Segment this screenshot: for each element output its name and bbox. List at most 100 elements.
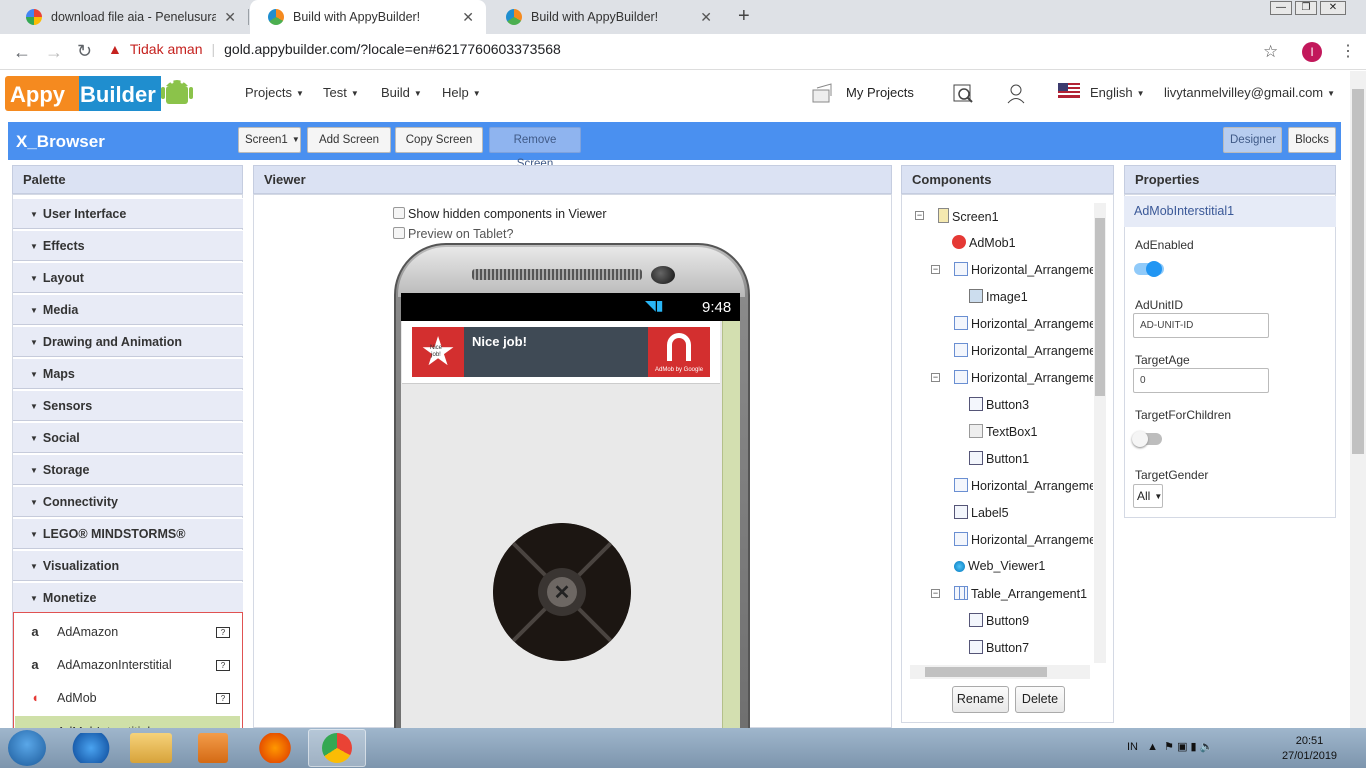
palette-cat-social[interactable]: ▼ Social (13, 422, 243, 453)
menu-projects[interactable]: Projects ▼ (245, 85, 304, 100)
tree-node-webviewer1[interactable]: Web_Viewer1 (954, 559, 1045, 573)
page-scrollbar-thumb[interactable] (1352, 89, 1364, 454)
palette-cat-storage[interactable]: ▼ Storage (13, 454, 243, 485)
components-hscroll-thumb[interactable] (925, 667, 1047, 677)
tree-node-harr5[interactable]: Horizontal_Arrangement5 (954, 478, 1093, 493)
tree-node-button7[interactable]: Button7 (969, 640, 1029, 655)
palette-item-adamazon[interactable]: a AdAmazon ? (15, 618, 240, 646)
rename-button[interactable]: Rename (952, 686, 1009, 713)
targetage-input[interactable]: 0 (1133, 368, 1269, 393)
close-tab-icon[interactable]: ✕ (700, 9, 712, 26)
tree-node-screen1[interactable]: Screen1 (938, 208, 999, 224)
firefox-icon[interactable] (254, 733, 296, 763)
tree-node-button9[interactable]: Button9 (969, 613, 1029, 628)
palette-item-admob[interactable]: ◖ AdMob ? (15, 684, 240, 712)
preview-tablet-checkbox[interactable]: Preview on Tablet? (393, 227, 513, 241)
palette-cat-visualization[interactable]: ▼ Visualization (13, 550, 243, 581)
collapse-icon[interactable]: − (931, 265, 940, 274)
copy-screen-button[interactable]: Copy Screen ... (395, 127, 483, 170)
collapse-icon[interactable]: − (915, 211, 924, 220)
tree-node-harr1[interactable]: Horizontal_Arrangement1 (954, 262, 1093, 277)
search-docs-icon[interactable] (952, 82, 974, 104)
tree-node-label5[interactable]: Label5 (954, 505, 1009, 520)
gamepad-button-image[interactable]: ✕ (493, 523, 631, 661)
tree-node-admob1[interactable]: AdMob1 (952, 235, 1016, 250)
browser-tab-appybuilder-active[interactable]: Build with AppyBuilder! ✕ (250, 0, 486, 34)
restore-icon[interactable]: ❐ (1295, 1, 1317, 15)
help-icon[interactable]: ? (216, 693, 230, 704)
profile-avatar[interactable]: I (1302, 42, 1322, 62)
tree-node-image1[interactable]: Image1 (969, 289, 1028, 304)
tree-node-button3[interactable]: Button3 (969, 397, 1029, 412)
security-label[interactable]: Tidak aman (130, 41, 203, 57)
palette-cat-sensors[interactable]: ▼ Sensors (13, 390, 243, 421)
tree-node-harr2[interactable]: Horizontal_Arrangement2 (954, 316, 1093, 331)
menu-test[interactable]: Test ▼ (323, 85, 359, 100)
tree-node-textbox1[interactable]: TextBox1 (969, 424, 1037, 439)
palette-cat-monetize[interactable]: ▼ Monetize (13, 582, 243, 613)
components-vscroll-thumb[interactable] (1095, 218, 1105, 396)
tree-node-harr3[interactable]: Horizontal_Arrangement3 (954, 343, 1093, 358)
horizontal-arrangement-preview[interactable] (722, 321, 740, 743)
tree-node-harr4[interactable]: Horizontal_Arrangement4 (954, 370, 1093, 385)
browser-menu-icon[interactable]: ⋮ (1340, 41, 1356, 61)
properties-title: Properties (1124, 165, 1336, 194)
adunitid-input[interactable]: AD-UNIT-ID (1133, 313, 1269, 338)
palette-cat-maps[interactable]: ▼ Maps (13, 358, 243, 389)
language-select[interactable]: English ▼ (1090, 85, 1145, 100)
forward-icon[interactable]: → (45, 42, 63, 63)
ad-text: Nice job! (472, 334, 527, 349)
menu-build[interactable]: Build ▼ (381, 85, 422, 100)
tree-node-button1[interactable]: Button1 (969, 451, 1029, 466)
screen-select[interactable]: Screen1 ▼ (238, 127, 301, 153)
collapse-icon[interactable]: − (931, 373, 940, 382)
appybuilder-favicon-icon (268, 9, 284, 25)
admob-icon (952, 235, 966, 249)
targetgender-select[interactable]: All ▼ (1133, 484, 1163, 508)
bookmark-star-icon[interactable]: ☆ (1263, 42, 1278, 62)
close-window-icon[interactable]: ✕ (1320, 1, 1346, 15)
my-projects-link[interactable]: My Projects (846, 85, 914, 100)
address-bar[interactable]: ▲ Tidak aman | gold.appybuilder.com/?loc… (108, 41, 561, 57)
palette-cat-connectivity[interactable]: ▼ Connectivity (13, 486, 243, 517)
palette-item-adamazoninterstitial[interactable]: a AdAmazonInterstitial ? (15, 651, 240, 679)
minimize-icon[interactable]: — (1270, 1, 1292, 15)
browser-tab-appybuilder[interactable]: Build with AppyBuilder! ✕ (488, 0, 724, 34)
menu-help[interactable]: Help ▼ (442, 85, 481, 100)
designer-button[interactable]: Designer (1223, 127, 1282, 153)
help-icon[interactable]: ? (216, 660, 230, 671)
add-screen-button[interactable]: Add Screen ... (307, 127, 391, 170)
delete-button[interactable]: Delete (1015, 686, 1065, 713)
internet-explorer-icon[interactable] (70, 733, 112, 763)
reload-icon[interactable]: ↻ (77, 41, 92, 62)
collapse-icon[interactable]: − (931, 589, 940, 598)
tree-node-table1[interactable]: Table_Arrangement1 (954, 586, 1087, 601)
account-menu[interactable]: livytanmelvilley@gmail.com ▼ (1164, 85, 1335, 100)
phone-camera (651, 266, 675, 284)
show-hidden-checkbox[interactable]: Show hidden components in Viewer (393, 207, 607, 221)
back-icon[interactable]: ← (13, 42, 31, 63)
palette-cat-layout[interactable]: ▼ Layout (13, 262, 243, 293)
tree-node-harr6[interactable]: Horizontal_Arrangement6 (954, 532, 1093, 547)
palette-cat-effects[interactable]: ▼ Effects (13, 230, 243, 261)
new-tab-icon[interactable]: + (738, 5, 750, 28)
palette-cat-user-interface[interactable]: ▼ User Interface (13, 198, 243, 229)
system-clock[interactable]: 20:51 27/01/2019 (1282, 734, 1337, 764)
palette-cat-media[interactable]: ▼ Media (13, 294, 243, 325)
label-icon (954, 505, 968, 519)
close-tab-icon[interactable]: ✕ (224, 9, 236, 26)
support-icon[interactable] (1005, 82, 1027, 104)
palette-item-admobinterstitial[interactable]: AdMobInterstitial (15, 716, 240, 728)
windows-start-icon[interactable] (8, 730, 46, 766)
palette-cat-drawing[interactable]: ▼ Drawing and Animation (13, 326, 243, 357)
close-tab-icon[interactable]: ✕ (462, 9, 474, 26)
palette-cat-lego[interactable]: ▼ LEGO® MINDSTORMS® (13, 518, 243, 549)
url-text[interactable]: gold.appybuilder.com/?locale=en#62177606… (224, 41, 561, 57)
media-player-icon[interactable] (198, 733, 228, 763)
blocks-button[interactable]: Blocks (1288, 127, 1336, 153)
remove-screen-button[interactable]: Remove Screen (489, 127, 581, 170)
file-explorer-icon[interactable] (130, 733, 172, 763)
help-icon[interactable]: ? (216, 627, 230, 638)
browser-tab-search[interactable]: download file aia - Penelusuran G ✕ (8, 0, 248, 34)
system-tray[interactable]: IN ▲ ⚑ ▣ ▮ 🔈 (1127, 740, 1213, 753)
